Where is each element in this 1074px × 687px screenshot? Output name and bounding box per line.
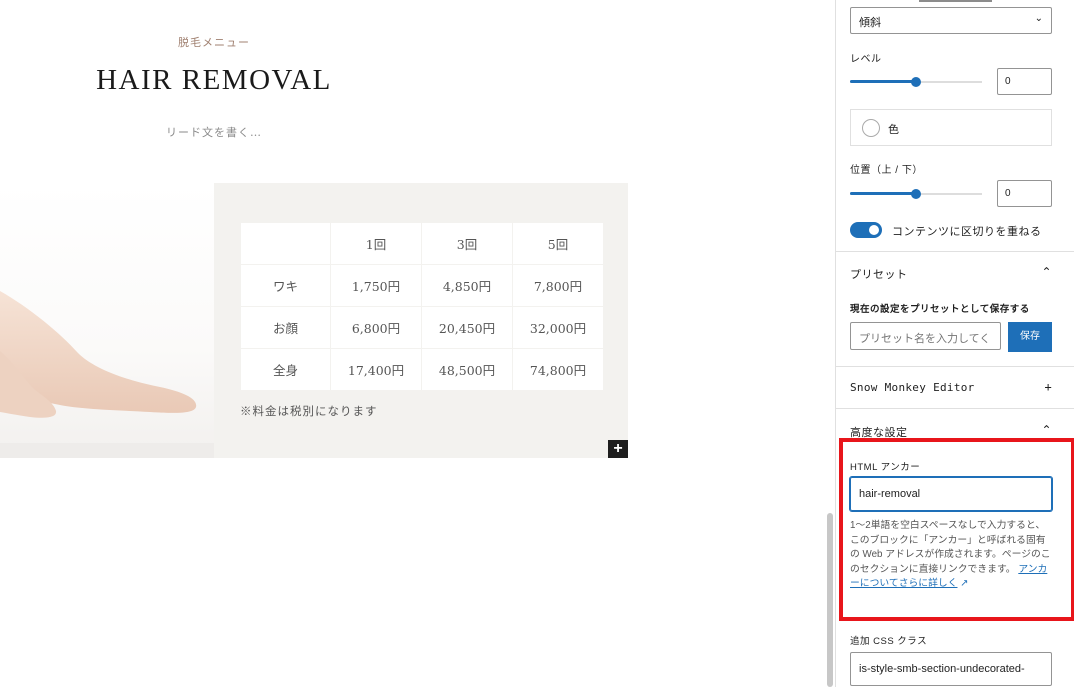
level-slider-fill <box>850 80 916 83</box>
table-row-label[interactable]: お顔 <box>240 306 331 349</box>
table-row: ワキ 1,750円 4,850円 7,800円 <box>240 264 604 307</box>
preset-name-input[interactable]: プリセット名を入力してく <box>850 322 1001 350</box>
tax-note[interactable]: ※料金は税別になります <box>240 403 378 419</box>
table-header-cell[interactable]: 3回 <box>421 222 513 265</box>
lead-text[interactable]: リード文を書く… <box>100 124 328 140</box>
preset-panel-toggle[interactable]: プリセット ⌃ <box>850 265 1052 282</box>
sub-heading[interactable]: 脱毛メニュー <box>100 34 328 50</box>
preset-save-button[interactable]: 保存 <box>1008 322 1052 352</box>
level-slider-thumb[interactable] <box>911 77 921 87</box>
feet-illustration <box>0 291 214 458</box>
divider <box>836 366 1074 367</box>
price-section: 1回 3回 5回 ワキ 1,750円 4,850円 7,800円 お顔 6,800円 20,450… <box>214 183 628 458</box>
position-slider-thumb[interactable] <box>911 189 921 199</box>
table-header-cell[interactable]: 1回 <box>330 222 422 265</box>
position-slider-fill <box>850 192 916 195</box>
chevron-down-icon: ⌄ <box>1034 13 1043 24</box>
preset-panel-title: プリセット <box>850 269 908 281</box>
table-row: 全身 17,400円 48,500円 74,800円 <box>240 348 604 391</box>
table-header-cell[interactable]: 5回 <box>512 222 604 265</box>
chevron-up-icon: ⌃ <box>1041 423 1052 437</box>
position-slider[interactable] <box>850 187 982 201</box>
divider <box>836 251 1074 252</box>
table-cell[interactable]: 32,000円 <box>512 306 604 349</box>
table-row-label[interactable]: ワキ <box>240 264 331 307</box>
table-row-label[interactable]: 全身 <box>240 348 331 391</box>
snow-monkey-editor-title: Snow Monkey Editor <box>850 381 975 394</box>
preset-save-label: 現在の設定をプリセットとして保存する <box>850 304 1030 315</box>
table-cell[interactable]: 17,400円 <box>330 348 422 391</box>
table-cell[interactable]: 6,800円 <box>330 306 422 349</box>
divider <box>836 408 1074 409</box>
table-cell[interactable]: 20,450円 <box>421 306 513 349</box>
add-block-button[interactable]: + <box>608 440 628 458</box>
overlap-toggle-label: コンテンツに区切りを重ねる <box>892 226 1042 238</box>
color-swatch-icon <box>862 119 880 137</box>
feet-photo[interactable] <box>0 183 214 458</box>
table-cell[interactable]: 48,500円 <box>421 348 513 391</box>
css-class-input[interactable]: is-style-smb-section-undecorated- <box>850 652 1052 686</box>
table-header-row: 1回 3回 5回 <box>240 222 604 265</box>
highlight-annotation <box>839 438 1074 621</box>
color-picker[interactable]: 色 <box>850 109 1052 146</box>
chevron-up-icon: ⌃ <box>1041 265 1052 279</box>
snow-monkey-editor-panel-toggle[interactable]: Snow Monkey Editor + <box>850 380 1052 394</box>
level-label: レベル <box>850 54 882 65</box>
table-cell[interactable]: 7,800円 <box>512 264 604 307</box>
table-cell[interactable]: 74,800円 <box>512 348 604 391</box>
css-class-label: 追加 CSS クラス <box>850 636 928 647</box>
page-heading[interactable]: HAIR REMOVAL <box>60 64 368 97</box>
tab-indicator <box>919 0 992 2</box>
table-cell[interactable]: 4,850円 <box>421 264 513 307</box>
price-table: 1回 3回 5回 ワキ 1,750円 4,850円 7,800円 お顔 6,800円 20,450… <box>240 222 604 391</box>
table-header-cell[interactable] <box>240 222 331 265</box>
level-slider[interactable] <box>850 75 982 89</box>
position-number-input[interactable]: 0 <box>997 180 1052 207</box>
overlap-toggle[interactable] <box>850 222 882 238</box>
toggle-knob <box>869 225 879 235</box>
divider-type-value: 傾斜 <box>859 17 881 29</box>
level-number-input[interactable]: 0 <box>997 68 1052 95</box>
color-label: 色 <box>888 124 899 136</box>
table-cell[interactable]: 1,750円 <box>330 264 422 307</box>
position-label: 位置（上 / 下） <box>850 165 923 176</box>
editor-canvas: 脱毛メニュー HAIR REMOVAL リード文を書く… 1回 3回 5回 ワキ 1,7… <box>0 0 827 687</box>
plus-icon: + <box>1044 380 1052 394</box>
sidebar-scrollbar[interactable] <box>827 513 833 687</box>
table-row: お顔 6,800円 20,450円 32,000円 <box>240 306 604 349</box>
divider-type-select[interactable]: 傾斜 ⌄ <box>850 7 1052 34</box>
